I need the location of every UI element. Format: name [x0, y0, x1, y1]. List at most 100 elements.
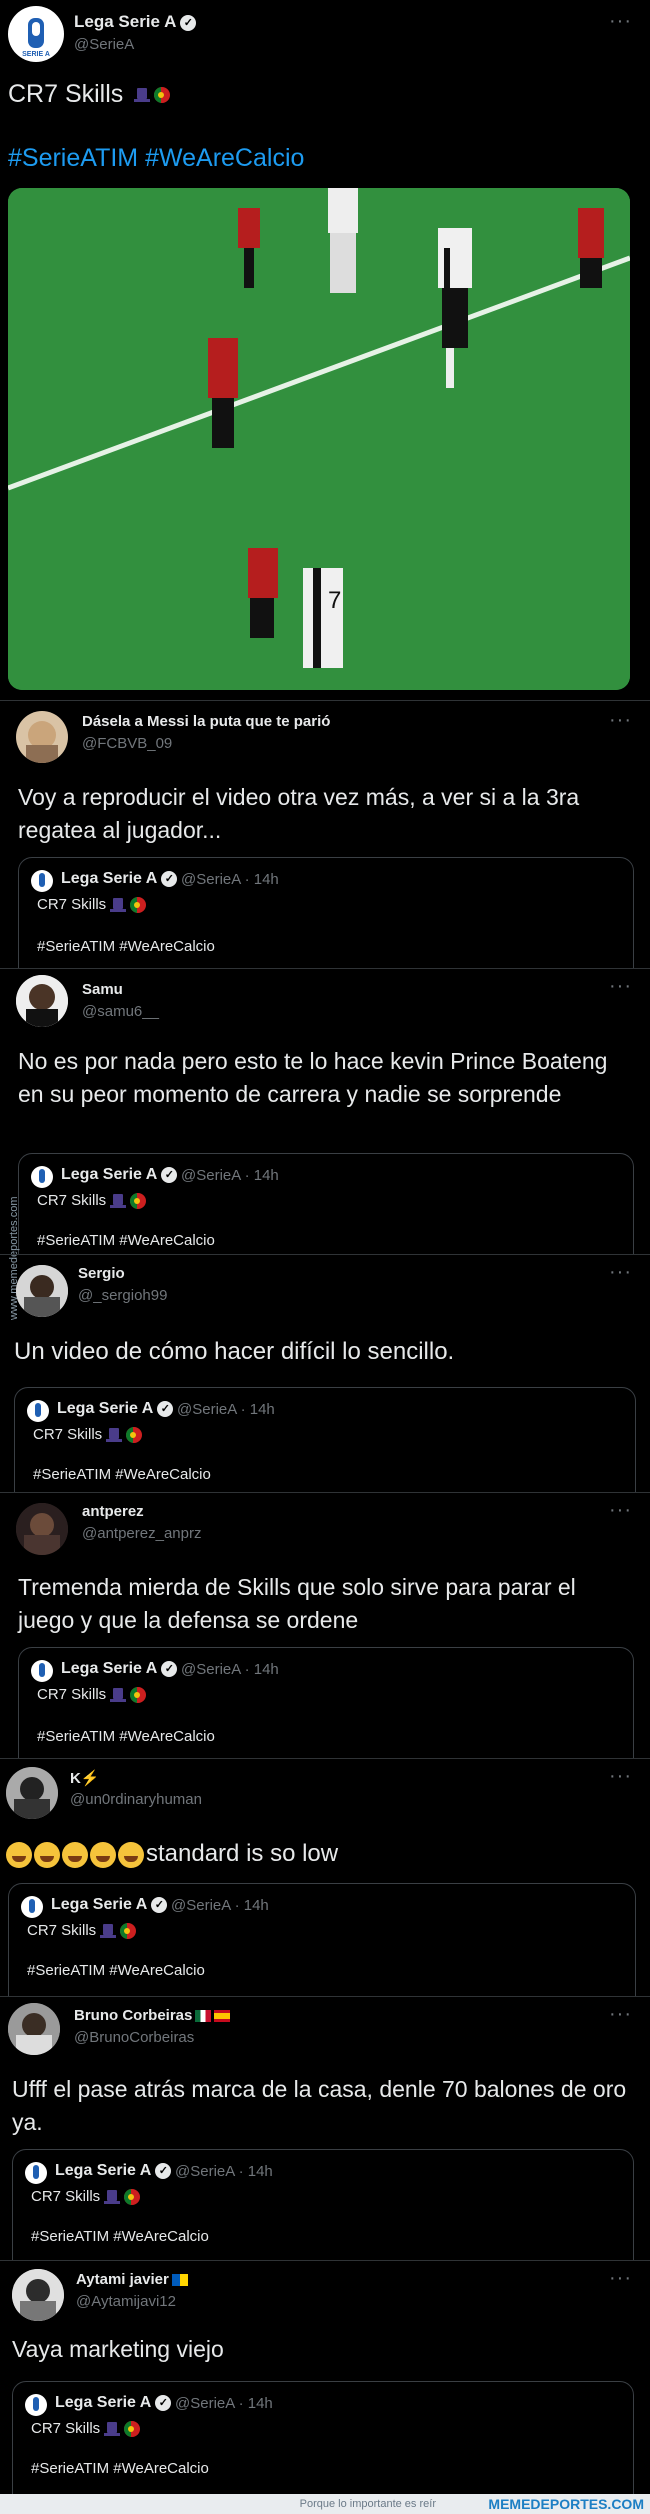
reply-tweet-7: Aytami javier @Aytamijavi12 ··· Vaya mar… — [0, 2260, 650, 2495]
quoted-meta: @SerieA · 14h — [171, 1897, 269, 1914]
rolling-laughing-icon — [62, 1841, 88, 1868]
reply-tweet-1: Dásela a Messi la puta que te parió @FCB… — [0, 700, 650, 969]
quoted-meta: @SerieA · 14h — [181, 1167, 279, 1184]
author-name[interactable]: Sergio — [78, 1265, 125, 1282]
more-icon[interactable]: ··· — [609, 709, 632, 732]
more-icon[interactable]: ··· — [609, 1499, 632, 1522]
quoted-text: CR7 Skills — [37, 1192, 147, 1210]
quoted-author: Lega Serie A ✓ — [61, 1660, 178, 1678]
more-icon[interactable]: ··· — [609, 1261, 632, 1284]
quoted-hashtags: #SerieATIM #WeAreCalcio — [37, 1728, 215, 1745]
svg-text:7: 7 — [328, 587, 341, 614]
quoted-hashtags: #SerieATIM #WeAreCalcio — [31, 2460, 209, 2477]
author-handle[interactable]: @_sergioh99 — [78, 1287, 167, 1304]
author-name[interactable]: Bruno Corbeiras — [74, 2007, 231, 2024]
portugal-flag-icon — [130, 897, 147, 914]
quoted-tweet[interactable]: Lega Serie A ✓ @SerieA · 14h CR7 Skills #… — [14, 1387, 636, 1493]
top-hat-icon — [110, 898, 127, 913]
top-hat-icon — [106, 1428, 123, 1443]
quoted-hashtags: #SerieATIM #WeAreCalcio — [31, 2228, 209, 2245]
avatar[interactable] — [16, 711, 68, 763]
ukraine-flag-icon — [171, 2274, 188, 2287]
avatar[interactable] — [16, 1503, 68, 1555]
author-handle[interactable]: @FCBVB_09 — [82, 735, 172, 752]
footer-brand-link[interactable]: MEMEDEPORTES.COM — [488, 2496, 644, 2512]
more-icon[interactable]: ··· — [609, 2003, 632, 2026]
quoted-tweet[interactable]: Lega Serie A ✓ @SerieA · 14h CR7 Skills #… — [12, 2381, 634, 2495]
tweet-hashtags[interactable]: #SerieATIM #WeAreCalcio — [8, 142, 304, 175]
author-handle[interactable]: @un0rdinaryhuman — [70, 1791, 202, 1808]
author-handle[interactable]: @Aytamijavi12 — [76, 2293, 176, 2310]
quoted-tweet[interactable]: Lega Serie A ✓ @SerieA · 14h CR7 Skills #… — [18, 857, 634, 969]
reply-text: Vaya marketing viejo — [12, 2336, 224, 2362]
top-hat-icon — [134, 88, 151, 103]
serie-a-logo-icon — [21, 1896, 43, 1918]
top-hat-icon — [104, 2190, 121, 2205]
author-name[interactable]: Dásela a Messi la puta que te parió — [82, 713, 330, 730]
verified-icon: ✓ — [155, 2162, 172, 2179]
author-handle[interactable]: @SerieA — [74, 36, 134, 53]
author-name[interactable]: antperez — [82, 1503, 144, 1520]
svg-text:SERIE A: SERIE A — [22, 51, 50, 58]
verified-icon: ✓ — [161, 1660, 178, 1677]
author-handle[interactable]: @antperez_anprz — [82, 1525, 201, 1542]
quoted-author: Lega Serie A ✓ — [55, 2394, 172, 2412]
quoted-author: Lega Serie A ✓ — [61, 870, 178, 888]
more-icon[interactable]: ··· — [609, 975, 632, 998]
video-player[interactable]: 7 — [8, 188, 630, 690]
reply-text: Tremenda mierda de Skills que solo sirve… — [18, 1574, 576, 1633]
verified-icon: ✓ — [161, 870, 178, 887]
verified-icon: ✓ — [180, 14, 197, 31]
tweet-text: CR7 Skills — [8, 78, 171, 111]
avatar[interactable] — [6, 1767, 58, 1819]
more-icon[interactable]: ··· — [609, 1765, 632, 1788]
footer-tagline: Porque lo importante es reír — [299, 2498, 436, 2510]
quoted-author: Lega Serie A ✓ — [51, 1896, 168, 1914]
quoted-hashtags: #SerieATIM #WeAreCalcio — [27, 1962, 205, 1979]
quoted-tweet[interactable]: Lega Serie A ✓ @SerieA · 14h CR7 Skills #… — [18, 1647, 634, 1759]
quoted-text: CR7 Skills — [27, 1922, 137, 1940]
reply-tweet-3: Sergio @_sergioh99 ··· Un video de cómo … — [0, 1254, 650, 1493]
quoted-tweet[interactable]: Lega Serie A ✓ @SerieA · 14h CR7 Skills #… — [8, 1883, 636, 1997]
quoted-tweet[interactable]: Lega Serie A ✓ @SerieA · 14h CR7 Skills #… — [12, 2149, 634, 2261]
serie-a-logo-icon — [25, 2162, 47, 2184]
reply-text: Un video de cómo hacer difícil lo sencil… — [14, 1338, 455, 1365]
portugal-flag-icon — [120, 1923, 137, 1940]
author-name[interactable]: Samu — [82, 981, 123, 998]
portugal-flag-icon — [124, 2421, 141, 2438]
serie-a-logo-icon — [31, 1166, 53, 1188]
quoted-text: CR7 Skills — [31, 2420, 141, 2438]
more-icon[interactable]: ··· — [609, 10, 632, 33]
avatar[interactable] — [8, 2003, 60, 2055]
spain-flag-icon — [214, 2010, 231, 2023]
serie-a-logo-icon — [31, 1660, 53, 1682]
verified-icon: ✓ — [157, 1400, 174, 1417]
avatar[interactable] — [16, 1265, 68, 1317]
author-handle[interactable]: @samu6__ — [82, 1003, 159, 1020]
reply-text: No es por nada pero esto te lo hace kevi… — [18, 1048, 608, 1107]
author-name[interactable]: Lega Serie A ✓ — [74, 12, 197, 32]
rolling-laughing-icon — [90, 1841, 116, 1868]
quoted-author: Lega Serie A ✓ — [57, 1400, 174, 1418]
verified-icon: ✓ — [151, 1896, 168, 1913]
quoted-author: Lega Serie A ✓ — [61, 1166, 178, 1184]
rolling-laughing-icon — [6, 1841, 32, 1868]
avatar[interactable] — [12, 2269, 64, 2321]
top-hat-icon — [100, 1924, 117, 1939]
site-footer: Porque lo importante es reír MEMEDEPORTE… — [0, 2494, 650, 2514]
quoted-author: Lega Serie A ✓ — [55, 2162, 172, 2180]
rolling-laughing-icon — [34, 1841, 60, 1868]
author-handle[interactable]: @BrunoCorbeiras — [74, 2029, 194, 2046]
author-name[interactable]: K⚡ — [70, 1769, 100, 1787]
reply-tweet-6: Bruno Corbeiras @BrunoCorbeiras ··· Ufff… — [0, 1996, 650, 2261]
quoted-text: CR7 Skills — [33, 1426, 143, 1444]
avatar[interactable] — [16, 975, 68, 1027]
portugal-flag-icon — [126, 1427, 143, 1444]
quoted-tweet[interactable]: Lega Serie A ✓ @SerieA · 14h CR7 Skills #… — [18, 1153, 634, 1255]
serie-a-logo-icon[interactable]: SERIE A — [8, 6, 64, 62]
author-name[interactable]: Aytami javier — [76, 2271, 188, 2288]
reply-tweet-4: antperez @antperez_anprz ··· Tremenda mi… — [0, 1492, 650, 1759]
reply-text: Voy a reproducir el video otra vez más, … — [18, 784, 580, 843]
more-icon[interactable]: ··· — [609, 2267, 632, 2290]
reply-text: standard is so low — [6, 1837, 626, 1870]
